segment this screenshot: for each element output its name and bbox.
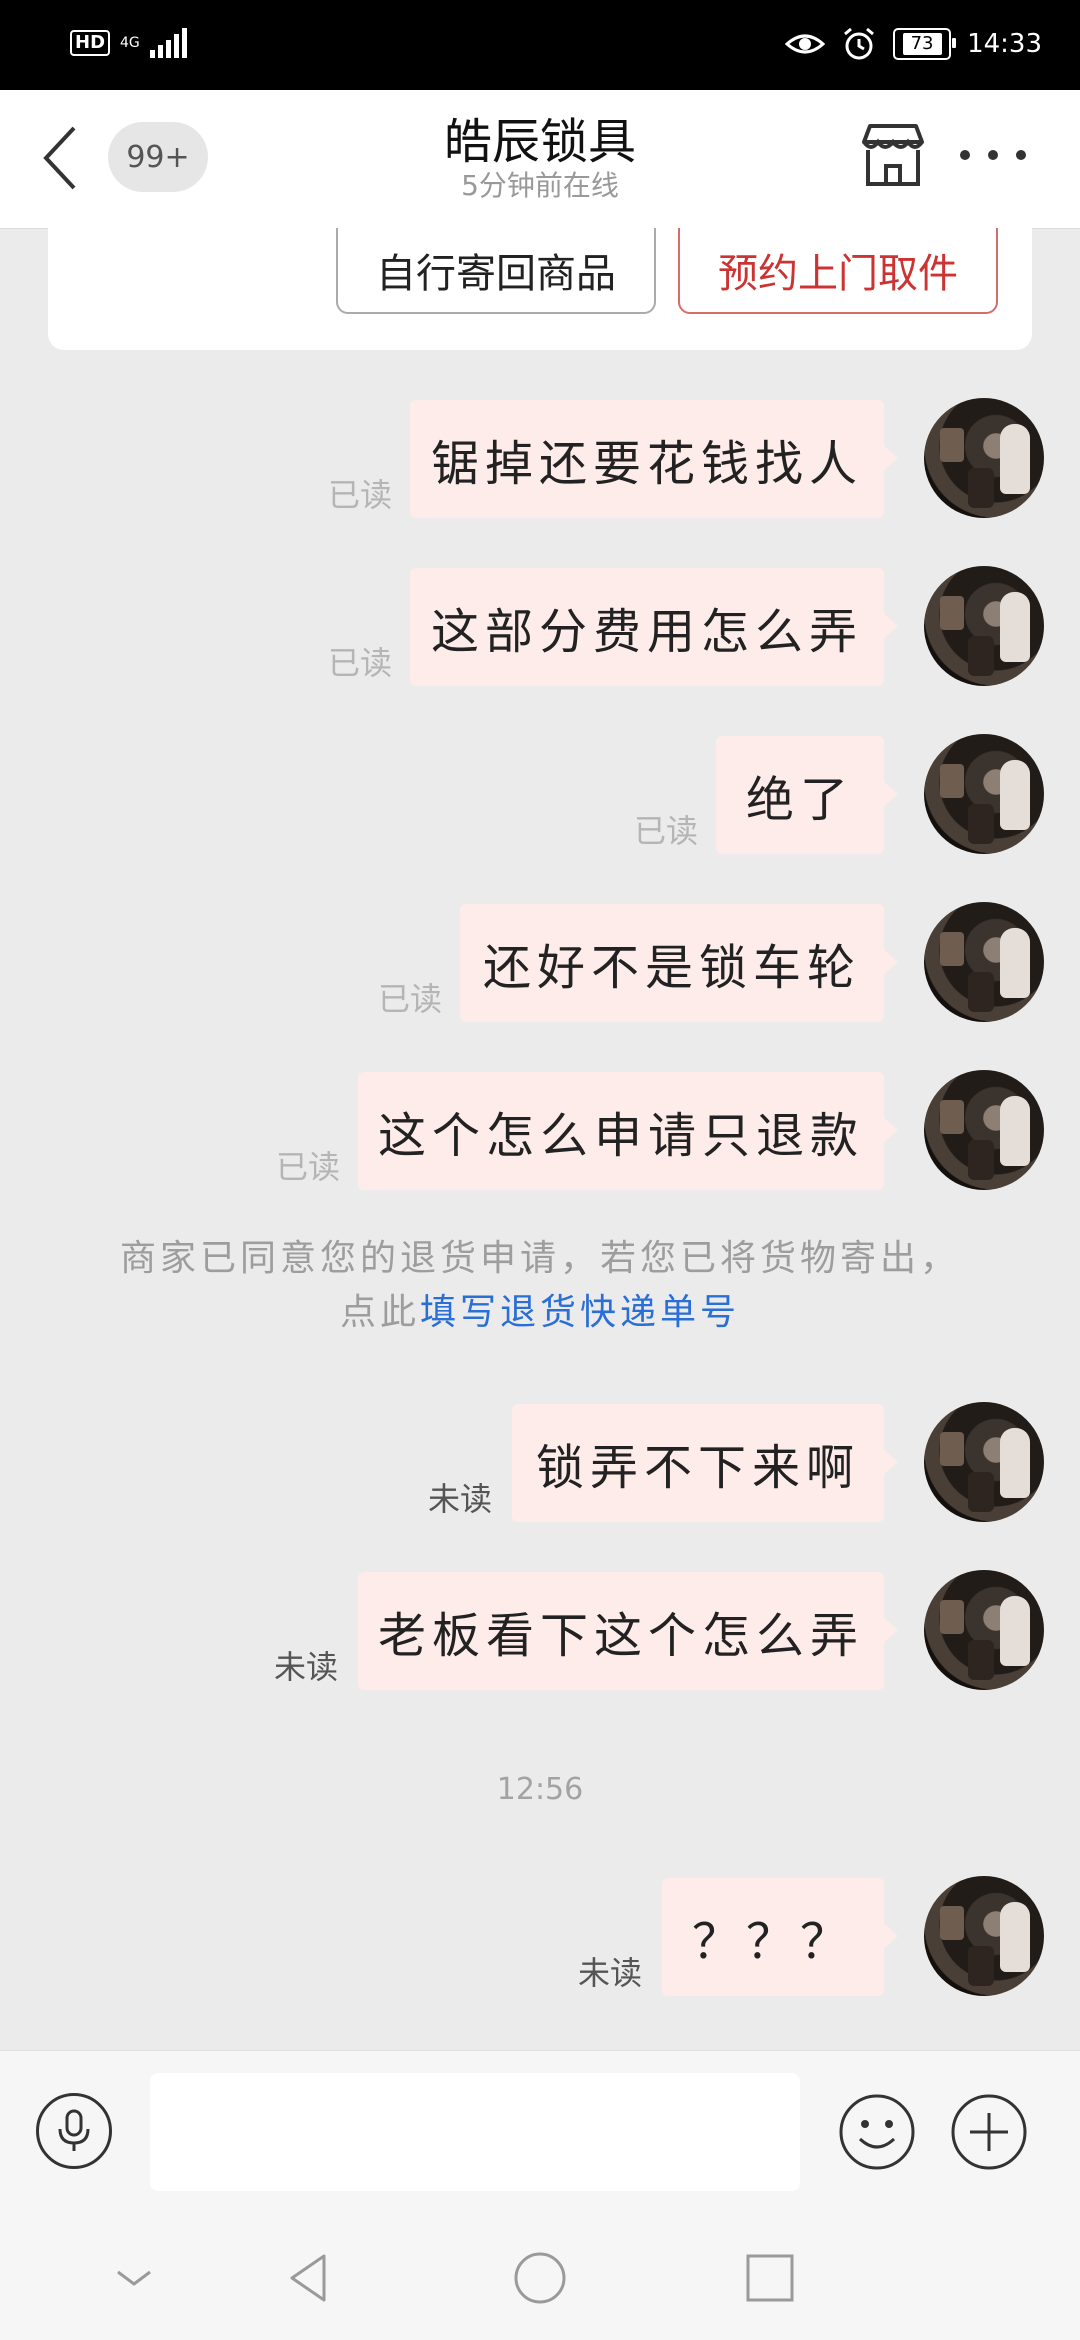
message-bubble[interactable]: 这部分费用怎么弄 bbox=[410, 568, 898, 686]
battery-level: 73 bbox=[902, 33, 942, 55]
timestamp: 12:56 bbox=[496, 1772, 584, 1807]
avatar[interactable] bbox=[924, 734, 1044, 854]
circle-home-icon[interactable] bbox=[512, 2250, 568, 2306]
message-bubble[interactable]: 绝了 bbox=[716, 736, 898, 854]
read-status: 已读 bbox=[328, 476, 393, 514]
status-left: HD 4G bbox=[70, 28, 187, 58]
self-return-button[interactable]: 自行寄回商品 bbox=[336, 228, 656, 314]
signal-icon bbox=[149, 28, 187, 58]
status-bar: HD 4G 73 14:33 bbox=[0, 0, 1080, 90]
chat-header: 99+ 皓辰锁具 5分钟前在线 bbox=[0, 90, 1080, 229]
plus-circle-icon[interactable] bbox=[950, 2093, 1028, 2171]
square-recent-icon[interactable] bbox=[742, 2250, 798, 2306]
read-status: 已读 bbox=[634, 812, 699, 850]
battery-icon: 73 bbox=[893, 28, 957, 60]
read-status: 未读 bbox=[428, 1480, 493, 1518]
system-nav-bar bbox=[0, 2214, 1080, 2340]
read-status: 已读 bbox=[328, 644, 393, 682]
avatar[interactable] bbox=[924, 1070, 1044, 1190]
status-right: 73 14:33 bbox=[785, 24, 1042, 64]
avatar[interactable] bbox=[924, 398, 1044, 518]
schedule-pickup-button[interactable]: 预约上门取件 bbox=[678, 228, 998, 314]
smiley-icon[interactable] bbox=[838, 2093, 916, 2171]
message-bubble[interactable]: 锁弄不下来啊 bbox=[512, 1404, 898, 1522]
message-bubble[interactable]: 老板看下这个怎么弄 bbox=[358, 1572, 898, 1690]
eye-icon bbox=[785, 34, 826, 54]
message-input[interactable] bbox=[150, 2073, 800, 2191]
more-dots-icon[interactable] bbox=[960, 140, 1040, 170]
read-status: 已读 bbox=[378, 980, 443, 1018]
avatar[interactable] bbox=[924, 1402, 1044, 1522]
read-status: 未读 bbox=[578, 1954, 643, 1992]
store-icon[interactable] bbox=[858, 120, 928, 190]
avatar[interactable] bbox=[924, 1876, 1044, 1996]
chevron-down-icon[interactable] bbox=[106, 2250, 162, 2306]
message-bubble[interactable]: 锯掉还要花钱找人 bbox=[410, 400, 898, 518]
system-notice: 商家已同意您的退货申请，若您已将货物寄出，点此填写退货快递单号 bbox=[120, 1232, 960, 1340]
microphone-icon[interactable] bbox=[36, 2093, 112, 2169]
read-status: 未读 bbox=[274, 1648, 339, 1686]
return-options-card: 自行寄回商品 预约上门取件 bbox=[48, 228, 1032, 350]
triangle-back-icon[interactable] bbox=[282, 2250, 338, 2306]
hd-badge: HD bbox=[70, 30, 111, 56]
avatar[interactable] bbox=[924, 566, 1044, 686]
avatar[interactable] bbox=[924, 902, 1044, 1022]
input-bar bbox=[0, 2050, 1080, 2215]
message-bubble[interactable]: 还好不是锁车轮 bbox=[460, 904, 898, 1022]
read-status: 已读 bbox=[276, 1148, 341, 1186]
clock: 14:33 bbox=[967, 29, 1042, 59]
message-bubble[interactable]: ？？？ bbox=[662, 1878, 898, 1996]
fill-tracking-number-link[interactable]: 填写退货快递单号 bbox=[420, 1292, 740, 1333]
network-type: 4G bbox=[120, 35, 140, 51]
avatar[interactable] bbox=[924, 1570, 1044, 1690]
message-bubble[interactable]: 这个怎么申请只退款 bbox=[358, 1072, 898, 1190]
alarm-icon bbox=[844, 27, 875, 60]
